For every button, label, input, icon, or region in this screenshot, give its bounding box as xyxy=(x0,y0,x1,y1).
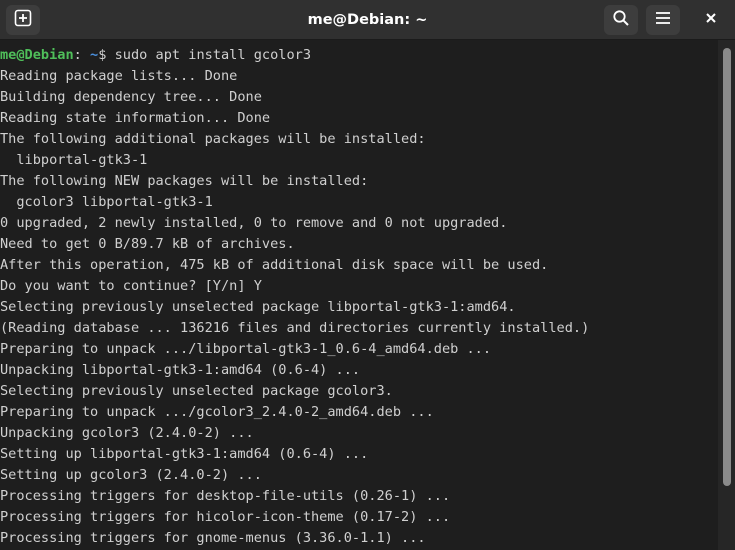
output-line: Setting up gcolor3 (2.4.0-2) ... xyxy=(0,467,262,483)
new-tab-button[interactable] xyxy=(6,5,40,35)
output-line: Selecting previously unselected package … xyxy=(0,383,393,399)
output-line: Processing triggers for desktop-file-uti… xyxy=(0,488,451,504)
output-line: (Reading database ... 136216 files and d… xyxy=(0,320,590,336)
prompt-path: ~ xyxy=(81,47,99,63)
command-prompt-line: me@Debian: ~$ sudo apt install gcolor3 xyxy=(0,45,718,66)
close-icon xyxy=(704,11,718,30)
search-icon xyxy=(612,9,630,32)
window-title: me@Debian: ~ xyxy=(307,12,428,28)
output-line: Need to get 0 B/89.7 kB of archives. xyxy=(0,236,295,252)
output-line: Unpacking libportal-gtk3-1:amd64 (0.6-4)… xyxy=(0,362,361,378)
output-line: Selecting previously unselected package … xyxy=(0,299,516,315)
output-line: libportal-gtk3-1 xyxy=(0,152,148,168)
main-menu-button[interactable] xyxy=(646,5,680,35)
new-tab-icon xyxy=(14,9,32,32)
output-line: Processing triggers for hicolor-icon-the… xyxy=(0,509,451,525)
headerbar: me@Debian: ~ xyxy=(0,0,735,40)
output-line: After this operation, 475 kB of addition… xyxy=(0,257,549,273)
output-line: Setting up libportal-gtk3-1:amd64 (0.6-4… xyxy=(0,446,369,462)
output-line: 0 upgraded, 2 newly installed, 0 to remo… xyxy=(0,215,508,231)
output-line: The following additional packages will b… xyxy=(0,131,426,147)
scrollbar-thumb[interactable] xyxy=(723,48,731,486)
output-line: Building dependency tree... Done xyxy=(0,89,262,105)
terminal-window: me@Debian: ~ me@Debian: ~$ sudo apt inst… xyxy=(0,0,735,550)
output-line: Do you want to continue? [Y/n] Y xyxy=(0,278,262,294)
output-line: gcolor3 libportal-gtk3-1 xyxy=(0,194,213,210)
close-button[interactable] xyxy=(694,5,728,35)
output-line: Processing triggers for gnome-menus (3.3… xyxy=(0,530,426,546)
hamburger-menu-icon xyxy=(654,9,672,32)
output-line: Preparing to unpack .../libportal-gtk3-1… xyxy=(0,341,492,357)
output-line: Preparing to unpack .../gcolor3_2.4.0-2_… xyxy=(0,404,434,420)
prompt-user-host: me@Debian xyxy=(0,47,74,63)
output-line: Reading state information... Done xyxy=(0,110,271,126)
prompt-colon: : xyxy=(73,47,82,63)
command-text: sudo apt install gcolor3 xyxy=(106,47,312,63)
terminal-output-area[interactable]: me@Debian: ~$ sudo apt install gcolor3 R… xyxy=(0,45,718,550)
output-line: Unpacking gcolor3 (2.4.0-2) ... xyxy=(0,425,254,441)
output-line: Reading package lists... Done xyxy=(0,68,238,84)
vertical-scrollbar[interactable] xyxy=(718,40,735,550)
search-button[interactable] xyxy=(604,5,638,35)
output-line: The following NEW packages will be insta… xyxy=(0,173,369,189)
